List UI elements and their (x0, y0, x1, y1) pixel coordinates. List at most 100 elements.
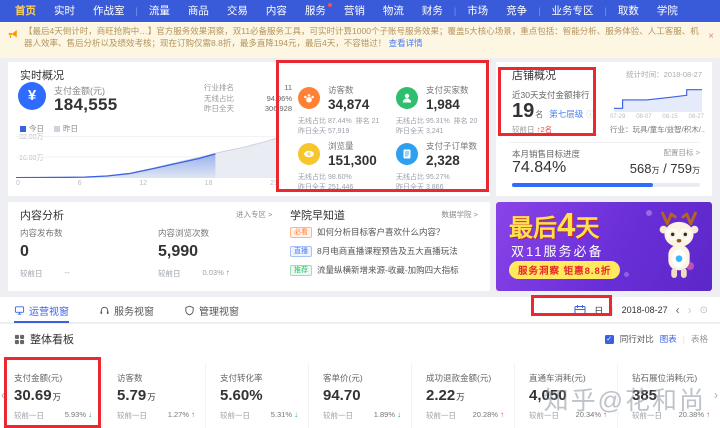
config-target-link[interactable]: 配置目标 > (664, 147, 700, 158)
nav-item-18[interactable]: 取数 (609, 0, 648, 22)
calendar-icon[interactable] (574, 304, 586, 316)
tab-management-view[interactable]: 管理视窗 (184, 297, 239, 323)
megaphone-icon (8, 29, 18, 43)
metric-card-suborders[interactable]: 支付子订单数 2,328 无线占比 95.27% 昨日全天 3,866 (392, 138, 490, 194)
date-mode[interactable]: 日 (594, 304, 603, 317)
target-progress-fill (512, 183, 653, 187)
nav-item-0[interactable]: 首页 (6, 0, 45, 22)
content-analysis-panel: 内容分析 进入专区 > 内容发布数 0 较前日 -- 内容浏览次数 5,990 较… (8, 202, 490, 291)
content-title: 内容分析 (20, 210, 64, 222)
date-value[interactable]: 2018-08-27 (622, 305, 668, 315)
academy-more-link[interactable]: 数据学院 > (442, 209, 478, 220)
target-amounts: 568万 / 759万 (629, 161, 700, 176)
view-chart-toggle[interactable]: 图表 (660, 333, 677, 345)
promo-discount-pill: 服务洞察 钜惠8.8折 (509, 261, 621, 279)
content-views-metric: 内容浏览次数 5,990 较前日 0.03% ↑ (158, 228, 230, 278)
top-nav: 首页 实时 作战室 | 流量 商品 交易 内容 服务 营销 物流 财务 | 市场 竞争 | 业务专区 | 取数 学院 (0, 0, 720, 22)
notice-detail-link[interactable]: 查看详情 (389, 38, 423, 48)
view-table-toggle[interactable]: 表格 (691, 333, 708, 345)
order-doc-icon (396, 143, 418, 165)
peer-compare-checkbox[interactable]: ✓ (604, 334, 614, 344)
tab-service-view[interactable]: 服务视窗 (99, 297, 154, 323)
kpi-card-conversion[interactable]: 支付转化率 5.60% 较前一日5.31%↓ 较上周同期6.46%↑ (205, 364, 308, 428)
pay-amount-value: 184,555 (54, 95, 118, 114)
notice-bar: 【最后4天倒计时，商旺抢购中…】官方服务效果洞察，双11必备服务工具，可实时计算… (0, 22, 720, 58)
visitor-paw-icon (298, 87, 320, 109)
academy-list: 必看 如何分析目标客户喜欢什么内容？ 直播 8月电商直播课程预告及五大直播玩法 … (290, 226, 486, 283)
realtime-title: 实时概况 (20, 70, 64, 82)
promo-banner[interactable]: 最后4天 双11服务必备 服务洞察 钜惠8.8折 (496, 202, 712, 291)
target-progress-bar (512, 183, 700, 187)
deer-mascot (648, 210, 710, 289)
board-options: ✓ 同行对比 图表 | 表格 (604, 333, 708, 345)
content-publish-metric: 内容发布数 0 较前日 -- (20, 228, 70, 278)
academy-title: 学院早知道 (290, 210, 345, 222)
nav-item-19[interactable]: 学院 (648, 0, 687, 22)
enter-zone-link[interactable]: 进入专区 > (236, 209, 272, 220)
nav-item-1[interactable]: 实时 (45, 0, 84, 22)
rank-value-row: 19 名 第七层级 ⓘ (512, 100, 595, 122)
realtime-metric-grid: 访客数 34,874 无线占比 87.44% 排名 21 昨日全天 57,919… (294, 82, 490, 194)
close-icon[interactable]: × (708, 32, 714, 42)
shield-icon (185, 305, 194, 315)
tab-operations-view[interactable]: 运营视窗 (14, 297, 69, 323)
kpi-card-avg-order[interactable]: 客单价(元) 94.70 较前一日1.89%↓ 较上周同期3.01%↓ (308, 364, 411, 428)
divider (508, 142, 700, 143)
rank-compare: 较前日 ↑2名 (512, 125, 553, 134)
nav-item-14[interactable]: 竞争 (497, 0, 536, 22)
date-prev-arrow[interactable]: ‹ (676, 303, 680, 317)
headset-icon (100, 306, 109, 314)
kpi-card-pay-amount[interactable]: 支付金额(元) 30.69万 较前一日5.93%↓ 较上周同期0.05%↑ (0, 364, 102, 428)
realtime-side-stats: 行业排名 11 无线占比 94.96% 昨日全天 306,928 (204, 83, 292, 113)
nav-item-16[interactable]: 业务专区 (543, 0, 603, 22)
rank-trend-chart (614, 89, 702, 112)
academy-item[interactable]: 必看 如何分析目标客户喜欢什么内容？ (290, 226, 486, 238)
realtime-line-chart (16, 136, 278, 178)
carousel-prev-arrow[interactable]: ‹ (1, 388, 5, 402)
monitor-icon (14, 305, 25, 315)
promo-headline: 最后4天 (509, 206, 600, 243)
academy-item[interactable]: 推荐 流量纵横新增来源-收藏-加购四大指标 (290, 264, 486, 276)
metric-card-buyers[interactable]: 支付买家数 1,984 无线占比 95.31% 排名 20 昨日全天 3,241 (392, 82, 490, 138)
kpi-card-diamond-spend[interactable]: 钻石展位消耗(元) 385 较前一日20.38%↑ 较上周同期1.09%↑ (617, 364, 720, 428)
nav-item-4[interactable]: 流量 (140, 0, 179, 22)
nav-item-5[interactable]: 商品 (179, 0, 218, 22)
kpi-card-visitors[interactable]: 访客数 5.79万 较前一日1.27%↑ 较上周同期5.46%↓ (102, 364, 205, 428)
promo-subtitle: 双11服务必备 (511, 244, 604, 259)
kpi-card-refund[interactable]: 成功退款金额(元) 2.22万 较前一日20.28%↑ 较上周同期45.92%↑ (411, 364, 514, 428)
peer-compare-label: 同行对比 (619, 334, 654, 344)
industry-label: 行业：玩具/童车/益智/积木/.. (610, 125, 706, 134)
date-next-arrow[interactable]: › (688, 303, 692, 317)
metric-card-visitors[interactable]: 访客数 34,874 无线占比 87.44% 排名 21 昨日全天 57,919 (294, 82, 392, 138)
nav-item-13[interactable]: 市场 (458, 0, 497, 22)
academy-item[interactable]: 直播 8月电商直播课程预告及五大直播玩法 (290, 245, 486, 257)
yuan-icon: ¥ (18, 82, 46, 110)
eye-icon (298, 143, 320, 165)
overall-board: 整体看板 ✓ 同行对比 图表 | 表格 支付金额(元) 30.69万 较前一日 5… (0, 324, 720, 428)
realtime-panel: 实时概况 ¥ 支付金额(元) 184,555 行业排名 11 无线占比 94.96%… (8, 62, 490, 196)
nav-item-7[interactable]: 内容 (257, 0, 296, 22)
nav-item-2[interactable]: 作战室 (84, 0, 134, 22)
info-circle-icon[interactable]: ⊙ (700, 305, 708, 316)
dashboard-icon (14, 334, 25, 344)
date-controls: 日 | 2018-08-27 ‹ › ⊙ (574, 297, 708, 323)
nav-item-10[interactable]: 物流 (374, 0, 413, 22)
nav-item-11[interactable]: 财务 (413, 0, 452, 22)
notice-text: 【最后4天倒计时，商旺抢购中…】官方服务效果洞察，双11必备服务工具，可实时计算… (24, 26, 699, 48)
carousel-next-arrow[interactable]: › (714, 388, 718, 402)
shop-panel: 店铺概况 统计时间：2018-08-27 近30天支付金额排行 19 名 第七层… (496, 62, 712, 196)
notification-badge (327, 3, 332, 7)
shop-title: 店铺概况 (512, 70, 556, 82)
info-icon[interactable]: ⓘ (586, 109, 594, 120)
nav-item-8[interactable]: 服务 (296, 0, 335, 22)
board-title-row: 整体看板 (14, 331, 74, 347)
stat-time: 统计时间：2018-08-27 (626, 70, 702, 79)
target-percent: 74.84% (512, 159, 567, 176)
kpi-card-ztc-spend[interactable]: 直通车消耗(元) 4,050 较前一日20.34%↑ 较上周同期7.64%↓ (514, 364, 617, 428)
x-axis-ticks: 06 12 18 23 (16, 180, 278, 187)
buyer-person-icon (396, 87, 418, 109)
metric-card-pageviews[interactable]: 浏览量 151,300 无线占比 98.60% 昨日全天 251,446 (294, 138, 392, 194)
view-tabs-bar: 运营视窗 服务视窗 管理视窗 日 | 2018-08-27 ‹ › ⊙ (0, 297, 720, 323)
nav-item-9[interactable]: 营销 (335, 0, 374, 22)
nav-item-6[interactable]: 交易 (218, 0, 257, 22)
